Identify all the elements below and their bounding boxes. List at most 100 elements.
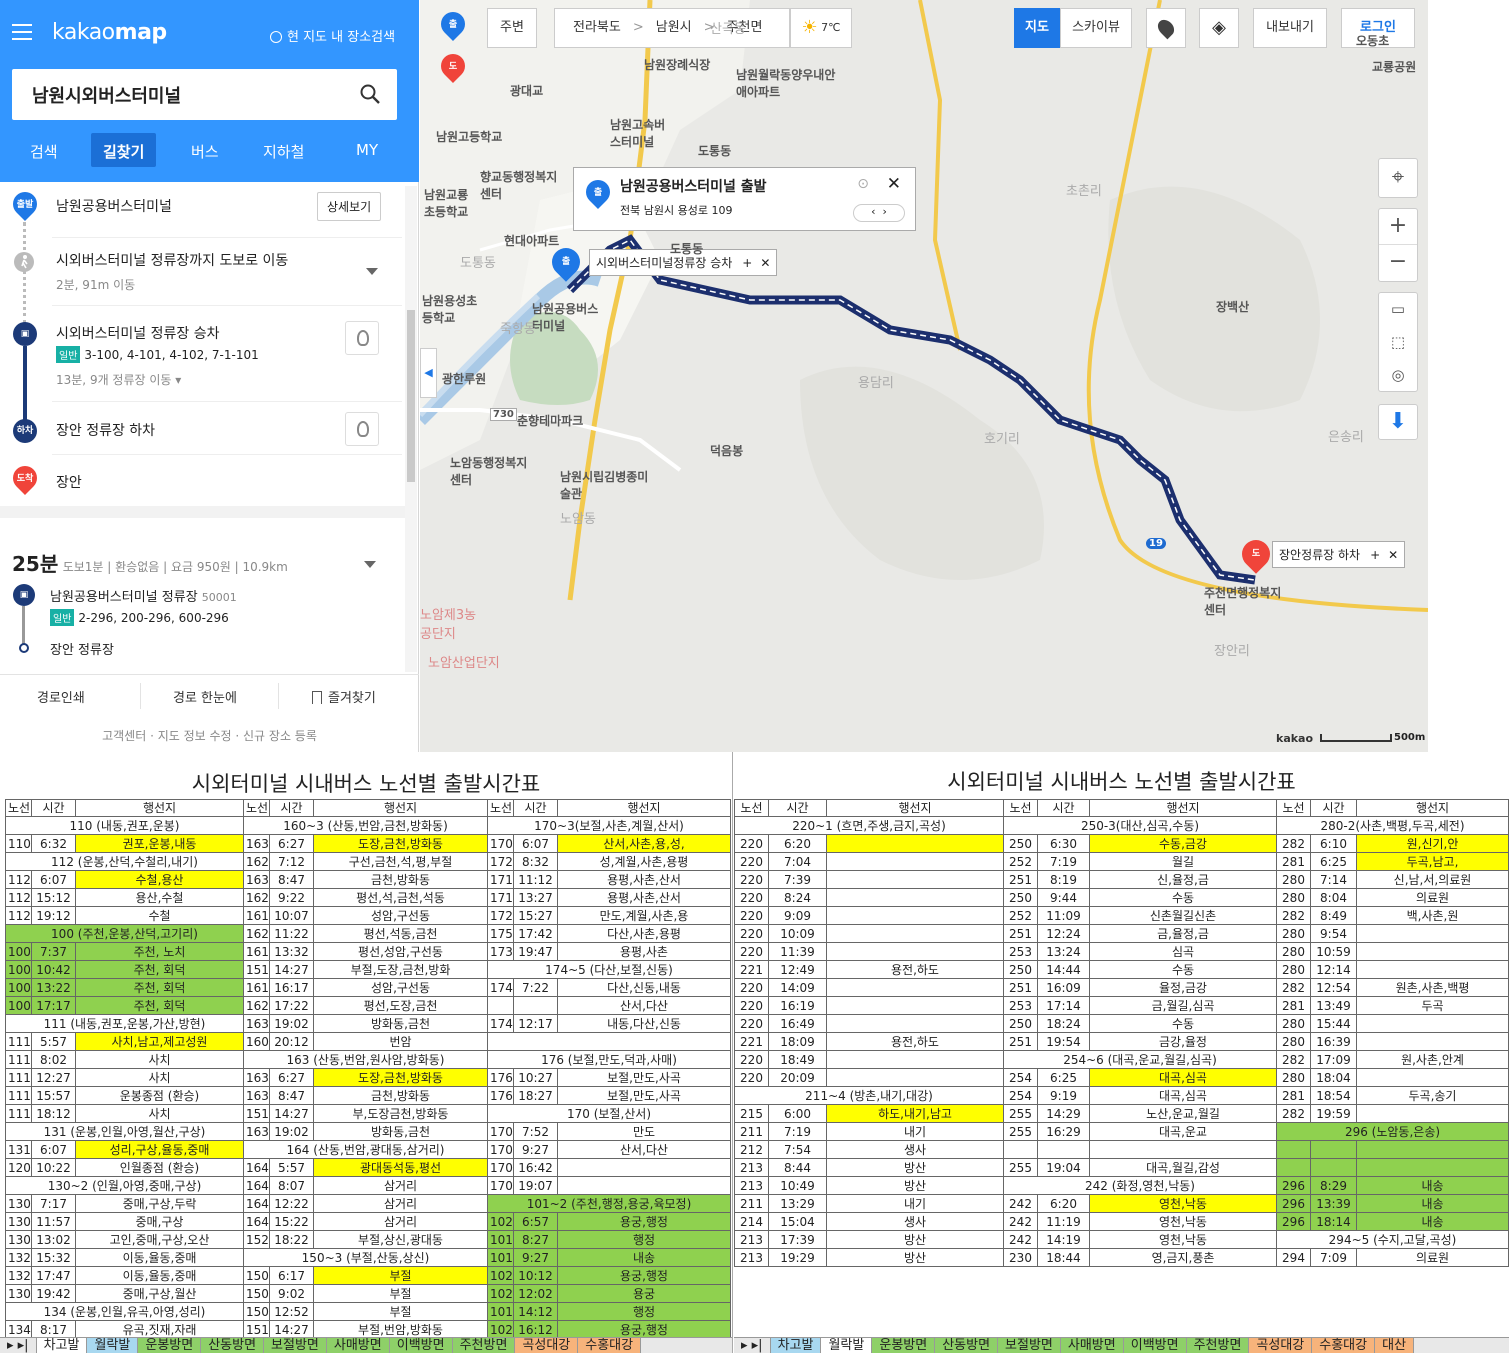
departure-time: 5:57 [269,1158,314,1177]
current-location-button[interactable]: ⌖ [1378,158,1418,198]
table-row: 산서,다산 [487,996,731,1015]
close-icon[interactable]: ✕ [1388,548,1398,562]
add-icon[interactable]: + [742,256,752,270]
location-icon[interactable]: ⊙ [857,176,869,192]
sheet-tab[interactable]: 이백방면 [1123,1338,1187,1353]
board-sub[interactable]: 13분, 9개 정류장 이동 ▾ [56,371,256,388]
sheet-nav-icon[interactable]: ▸ ▸| [0,1338,37,1353]
end-map-marker[interactable]: 도 [1236,534,1276,574]
chevron-down-icon[interactable] [366,268,378,275]
tab-bus[interactable]: 버스 [191,141,219,162]
radius-icon[interactable]: ◎ [1379,359,1417,392]
table-row: 170 9:27 산서,다산 [487,1140,731,1159]
search-input[interactable]: 남원시외버스터미널 [12,69,397,120]
sheet-tab[interactable]: 산동방면 [201,1338,265,1353]
end-point-button[interactable]: 도 [436,49,470,83]
skyview-button[interactable]: 스카이뷰 [1060,8,1132,48]
sheet-tab[interactable]: 주천방면 [1186,1338,1250,1353]
route-number: 282 [1276,834,1311,853]
weather[interactable]: ☀ 7℃ [790,8,852,48]
alight-location-button[interactable] [345,412,379,446]
sheet-tab[interactable]: 차고발 [36,1338,88,1353]
search-icon[interactable] [360,84,380,104]
crumb-province[interactable]: 전라북도 [573,20,621,35]
chevron-down-icon[interactable] [364,561,376,568]
tab-my[interactable]: MY [356,141,378,159]
table-row: 220 16:19 [734,996,1004,1015]
table-row: 161 13:32 평선,성암,구선동 [243,942,488,961]
sheet-tab[interactable]: 주천방면 [452,1338,516,1353]
tab-search[interactable]: 검색 [30,141,58,162]
route-number: 242 [1003,1230,1038,1249]
layers-button[interactable]: ◈ [1199,8,1239,48]
collapse-sidebar-button[interactable]: ◀ [420,348,437,398]
route-group-header: 174~5 (다산,보절,신동) [487,960,731,979]
here-search-toggle[interactable]: 현 지도 내 장소검색 [270,26,395,45]
menu-icon[interactable] [12,24,32,40]
sheet-tab[interactable]: 수홍대강 [1312,1338,1376,1353]
alt-route-summary[interactable]: 25분 도보1분 | 환승없음 | 요금 950원 | 10.9km [12,548,402,577]
map-canvas[interactable]: 출 도 ◀ 주변 전라북도 > 남원시 > 주천면 ☀ 7℃ 지도 스카이뷰 ◈ 내보내… [420,0,1428,752]
roadview-button[interactable]: ⬇ [1378,404,1418,440]
my-location-pin-button[interactable] [1146,8,1186,48]
sheet-tab[interactable]: 수홍대강 [578,1338,642,1353]
zoom-in-button[interactable]: + [1379,209,1417,245]
table-row: 250-3(대산,심곡,수동) [1003,816,1277,835]
sheet-tab[interactable]: 사매방면 [326,1338,390,1353]
add-icon[interactable]: + [1370,548,1380,562]
sheet-tab[interactable]: 월락발 [87,1338,139,1353]
sheet-tab[interactable]: 운봉방면 [138,1338,202,1353]
footer-links[interactable]: 고객센터 · 지도 정보 수정 · 신규 장소 등록 [0,727,419,744]
print-route-button[interactable]: 경로인쇄 [37,687,85,706]
area-icon[interactable]: ⬚ [1379,326,1417,359]
close-icon[interactable]: ✕ [760,256,770,270]
destination [826,996,1004,1015]
sheet-tab[interactable]: 곡성대강 [515,1338,579,1353]
map-label: 남원시립김병종미술관 [560,470,649,501]
destination: 방화동,금천 [313,1014,488,1033]
route-number: 220 [734,870,769,889]
sheet-nav-icon[interactable]: ▸ ▸| [734,1338,771,1353]
route-number: 100 [5,978,32,997]
table-row: 255 14:29 노산,운교,월길 [1003,1104,1277,1123]
route-overview-button[interactable]: 경로 한눈에 [173,687,237,706]
sheet-tab[interactable]: 이백방면 [389,1338,453,1353]
route-number: 170 [487,1158,514,1177]
sheet-tab[interactable]: 운봉방면 [872,1338,936,1353]
tab-subway[interactable]: 지하철 [263,141,304,162]
nearby-button[interactable]: 주변 [487,8,537,48]
sheet-tab[interactable]: 대산 [1375,1338,1415,1353]
start-map-marker[interactable]: 출 [546,242,586,282]
detail-button[interactable]: 상세보기 [317,192,382,221]
board-location-button[interactable] [345,321,379,355]
zoom-out-button[interactable]: − [1379,245,1417,281]
tab-directions[interactable]: 길찾기 [91,133,157,167]
departure-time: 16:42 [513,1158,558,1177]
start-point-button[interactable]: 출 [436,7,470,41]
departure-time: 7:19 [1037,852,1090,871]
sheet-tab[interactable]: 보절방면 [264,1338,327,1353]
table-row: 174~5 (다산,보절,신동) [487,960,731,979]
sheet-tab[interactable]: 곡성대강 [1249,1338,1313,1353]
route-number: 220 [734,834,769,853]
favorite-button[interactable]: 즐겨찾기 [312,687,376,706]
logo[interactable]: kakaomap [52,20,167,45]
route-group-header: 250-3(대산,심곡,수동) [1003,816,1277,835]
crumb-city[interactable]: 남원시 [656,20,692,35]
sheet-tab[interactable]: 월락발 [821,1338,873,1353]
sheet-tab[interactable]: 산동방면 [935,1338,999,1353]
map-label: 초촌리 [1066,184,1102,199]
sheet-tab[interactable]: 보절방면 [998,1338,1061,1353]
destination: 두곡 [1356,996,1509,1015]
destination: 용궁 [557,1284,731,1303]
sheet-tab[interactable]: 사매방면 [1060,1338,1124,1353]
ruler-icon[interactable]: ▭ [1379,293,1417,326]
scrollbar[interactable] [405,186,417,672]
map-type-button[interactable]: 지도 [1014,8,1060,48]
destination: 수동 [1089,1014,1277,1033]
route-number: 242 [1003,1194,1038,1213]
export-button[interactable]: 내보내기 [1253,8,1327,48]
popup-pager[interactable]: ‹ › [853,204,905,222]
close-icon[interactable]: ✕ [887,174,901,194]
sheet-tab[interactable]: 차고발 [770,1338,822,1353]
